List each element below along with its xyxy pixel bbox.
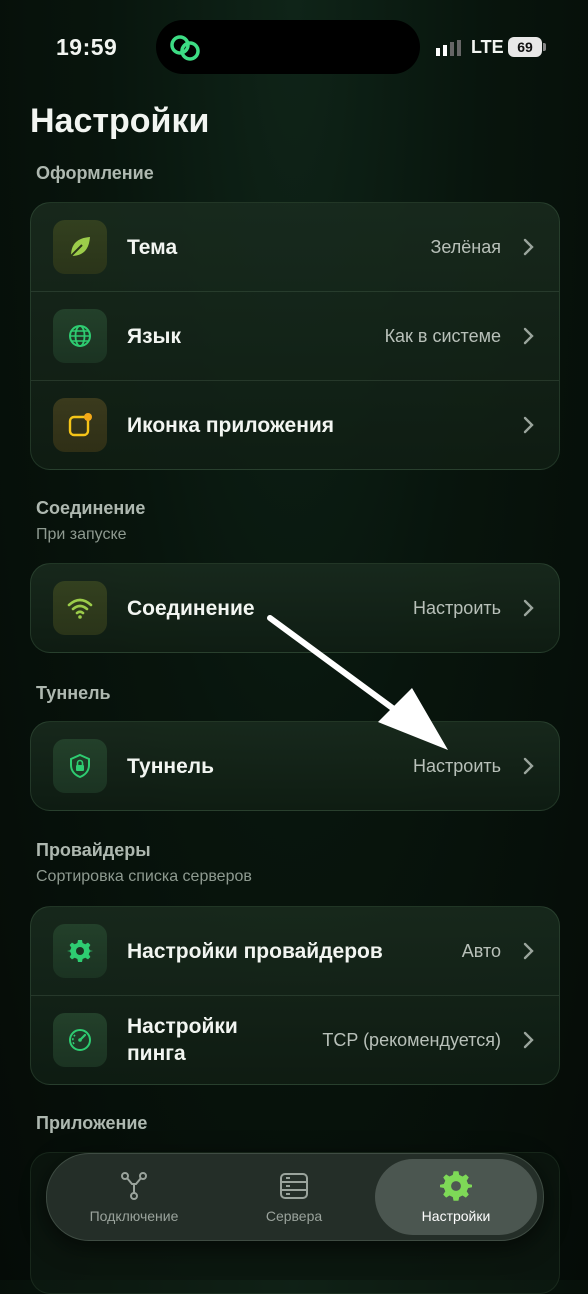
tunnel-value: Настроить (413, 755, 501, 776)
app-icon-label: Иконка приложения (127, 413, 335, 437)
chevron-right-icon (523, 599, 534, 617)
status-time: 19:59 (56, 34, 118, 60)
leaf-icon (70, 237, 90, 257)
language-icon-box (53, 309, 107, 363)
tab-connection-label: Подключение (89, 1208, 179, 1224)
server-icon (280, 1173, 308, 1199)
chevron-right-icon (523, 238, 534, 256)
app-icon-row[interactable]: Иконка приложения (31, 380, 559, 469)
globe-icon (69, 325, 91, 347)
section-title-appearance: Оформление (36, 163, 154, 183)
chevron-right-icon (523, 1031, 534, 1049)
connection-label: Соединение (127, 596, 255, 620)
theme-icon-box (53, 220, 107, 274)
speedometer-icon (69, 1029, 91, 1051)
tunnel-card: Туннель Настроить (30, 721, 560, 811)
tunnel-row[interactable]: Туннель Настроить (31, 722, 559, 810)
ping-settings-value: TCP (рекомендуется) (322, 1029, 501, 1050)
signal-icon (436, 40, 461, 56)
chevron-right-icon (523, 327, 534, 345)
app-icon-icon (68, 413, 92, 437)
section-title-providers: Провайдеры (36, 840, 151, 860)
section-title-app: Приложение (36, 1113, 148, 1133)
section-title-tunnel: Туннель (36, 683, 111, 703)
gear-icon (67, 940, 93, 962)
tab-connection[interactable]: Подключение (73, 1154, 195, 1240)
battery-indicator: 69 (508, 37, 546, 57)
tab-settings[interactable]: Настройки (375, 1159, 537, 1235)
language-row[interactable]: Язык Как в системе (31, 291, 559, 380)
nodes-icon (121, 1172, 147, 1200)
language-label: Язык (127, 324, 181, 348)
theme-label: Тема (127, 235, 178, 259)
theme-row[interactable]: Тема Зелёная (31, 203, 559, 291)
tunnel-icon-box (53, 739, 107, 793)
gear-icon (440, 1171, 472, 1201)
ping-settings-label: Настройки пинга (127, 1015, 238, 1065)
providers-card: Настройки провайдеров Авто Настройки пин… (30, 906, 560, 1085)
appearance-card: Тема Зелёная Язык Как в системе Иконка п… (30, 202, 560, 470)
tab-servers-label: Сервера (265, 1208, 323, 1224)
provider-settings-value: Авто (461, 940, 501, 961)
chevron-right-icon (523, 757, 534, 775)
dynamic-island (156, 20, 420, 74)
chevron-right-icon (523, 416, 534, 434)
language-value: Как в системе (384, 325, 501, 346)
section-subtitle-connection: При запуске (36, 526, 127, 543)
section-subtitle-providers: Сортировка списка серверов (36, 868, 252, 885)
tunnel-label: Туннель (127, 754, 215, 778)
connection-row[interactable]: Соединение Настроить (31, 564, 559, 652)
ping-settings-row[interactable]: Настройки пинга TCP (рекомендуется) (31, 995, 559, 1084)
network-type: LTE (471, 37, 504, 57)
app-icon-icon-box (53, 398, 107, 452)
ping-settings-icon-box (53, 1013, 107, 1067)
provider-settings-row[interactable]: Настройки провайдеров Авто (31, 907, 559, 995)
connection-card: Соединение Настроить (30, 563, 560, 653)
provider-settings-label: Настройки провайдеров (127, 939, 383, 963)
wifi-icon (67, 598, 93, 619)
tab-servers[interactable]: Сервера (233, 1154, 355, 1240)
theme-value: Зелёная (430, 236, 502, 257)
chevron-right-icon (523, 942, 534, 960)
provider-settings-icon-box (53, 924, 107, 978)
app-logo-icon (170, 35, 200, 61)
tab-settings-label: Настройки (421, 1208, 491, 1224)
connection-icon-box (53, 581, 107, 635)
page-title: Настройки (30, 102, 210, 140)
shield-lock-icon (70, 753, 90, 779)
status-bar: 19:59 LTE 69 (0, 0, 588, 96)
connection-value: Настроить (413, 597, 501, 618)
section-title-connection: Соединение (36, 498, 146, 518)
tab-bar: Подключение Сервера Настройки (46, 1153, 544, 1241)
